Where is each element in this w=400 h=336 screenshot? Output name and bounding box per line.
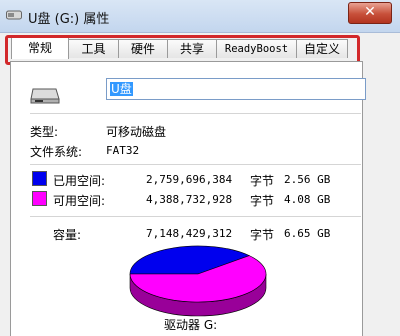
- used-space-bytes: 2,759,696,384: [146, 173, 233, 186]
- disk-usage-pie-chart: [129, 245, 267, 317]
- type-label: 类型:: [30, 125, 59, 139]
- separator: [30, 113, 361, 114]
- capacity-size: 6.65 GB: [284, 227, 331, 240]
- volume-name-text: U盘: [110, 82, 133, 96]
- used-space-label: 已用空间:: [53, 174, 106, 188]
- capacity-label: 容量:: [53, 228, 82, 242]
- free-space-unit: 字节: [250, 194, 275, 208]
- free-space-swatch: [32, 191, 47, 206]
- used-space-size: 2.56 GB: [284, 173, 331, 186]
- free-space-label: 可用空间:: [53, 194, 106, 208]
- capacity-unit: 字节: [250, 228, 275, 242]
- type-value: 可移动磁盘: [106, 125, 167, 139]
- drive-label: 驱动器 G:: [164, 318, 218, 332]
- filesystem-value: FAT32: [106, 144, 140, 157]
- usb-drive-icon: [6, 10, 22, 20]
- title-bar: U盘 (G:) 属性 ✕: [0, 0, 400, 33]
- free-space-bytes: 4,388,732,928: [146, 193, 233, 206]
- capacity-bytes: 7,148,429,312: [146, 227, 233, 240]
- used-space-unit: 字节: [250, 174, 275, 188]
- used-space-swatch: [32, 171, 47, 186]
- free-space-size: 4.08 GB: [284, 193, 331, 206]
- volume-name-input[interactable]: U盘: [106, 78, 366, 100]
- close-button[interactable]: ✕: [348, 2, 392, 24]
- drive-icon: [30, 88, 60, 104]
- window-title: U盘 (G:) 属性: [28, 12, 110, 27]
- separator: [30, 164, 361, 165]
- separator: [30, 216, 361, 217]
- filesystem-label: 文件系统:: [30, 145, 83, 159]
